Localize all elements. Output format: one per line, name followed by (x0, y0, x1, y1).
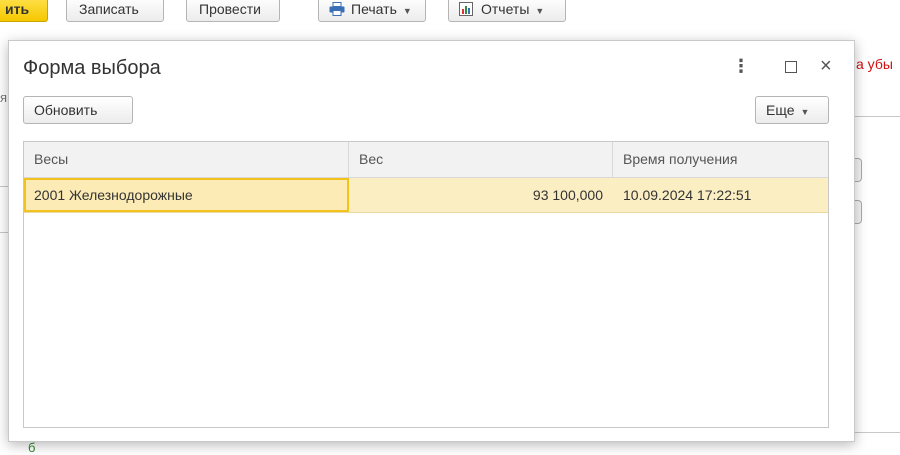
column-header-weight[interactable]: Вес (349, 142, 613, 177)
background-divider (0, 186, 8, 187)
table-header: Весы Вес Время получения (24, 142, 828, 178)
cell-scale[interactable]: 2001 Железнодорожные (24, 178, 349, 212)
selection-form-dialog: Форма выбора ⋮ × Обновить Еще ▼ Весы Вес … (8, 40, 855, 442)
background-label-fragment: я (0, 90, 8, 105)
chevron-down-icon: ▼ (402, 6, 412, 16)
background-field-button[interactable] (855, 200, 862, 224)
save-button[interactable]: Записать (66, 0, 164, 22)
column-header-scales[interactable]: Весы (24, 142, 349, 177)
chevron-down-icon: ▼ (535, 6, 545, 16)
more-button[interactable]: Еще ▼ (755, 96, 829, 124)
report-chart-icon (459, 2, 473, 16)
background-divider (0, 232, 8, 233)
cell-weight[interactable]: 93 100,000 (349, 178, 613, 212)
column-header-time[interactable]: Время получения (613, 142, 828, 177)
table-row[interactable]: 2001 Железнодорожные 93 100,000 10.09.20… (24, 178, 828, 213)
post-and-close-button[interactable]: ить (0, 0, 48, 22)
close-icon[interactable]: × (820, 56, 832, 76)
maximize-icon[interactable] (785, 57, 797, 78)
post-button[interactable]: Провести (186, 0, 280, 22)
chevron-down-icon: ▼ (800, 107, 810, 117)
cell-time[interactable]: 10.09.2024 17:22:51 (613, 178, 828, 212)
background-warning-text: а убы (856, 56, 893, 72)
refresh-button[interactable]: Обновить (23, 96, 133, 124)
printer-icon (329, 2, 345, 16)
more-vertical-icon[interactable]: ⋮ (732, 57, 750, 75)
main-toolbar: ить Записать Провести Печать ▼ Отчеты ▼ (0, 0, 900, 34)
background-field-button[interactable] (855, 158, 862, 182)
background-divider (855, 116, 900, 117)
scales-table: Весы Вес Время получения 2001 Железнодор… (23, 141, 829, 428)
print-button[interactable]: Печать ▼ (318, 0, 426, 22)
dialog-title: Форма выбора (23, 57, 161, 79)
reports-button[interactable]: Отчеты ▼ (448, 0, 566, 22)
background-divider (855, 432, 900, 433)
